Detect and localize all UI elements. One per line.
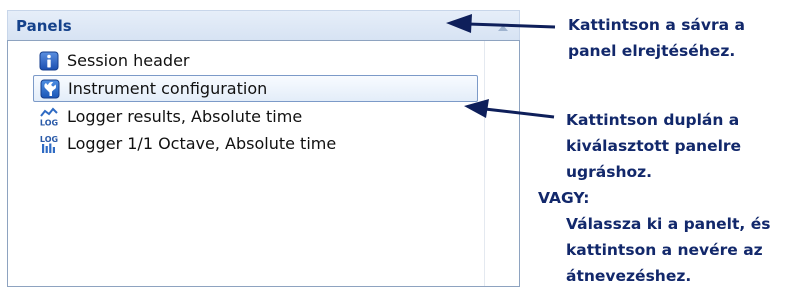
svg-text:LOG: LOG bbox=[40, 135, 58, 144]
panel-item-label: Logger 1/1 Octave, Absolute time bbox=[67, 134, 337, 153]
panel-item-label: Logger results, Absolute time bbox=[67, 107, 303, 126]
scrollbar-track bbox=[484, 41, 485, 286]
collapse-chevron-icon[interactable] bbox=[496, 19, 510, 31]
wrench-icon bbox=[40, 79, 60, 99]
collapse-hint: Kattintson a sávra a panel elrejtéséhez. bbox=[568, 16, 745, 60]
panel-item-instrument-configuration[interactable]: Instrument configuration bbox=[33, 75, 478, 102]
rename-hint: Válassza ki a panelt, és kattintson a ne… bbox=[566, 215, 771, 285]
svg-text:LOG: LOG bbox=[40, 118, 58, 127]
or-label: VAGY: bbox=[538, 189, 590, 207]
panels-header-bar[interactable]: Panels bbox=[7, 10, 520, 40]
panels-list: Session header Instrument configuration … bbox=[7, 40, 520, 287]
log-results-icon: LOG bbox=[39, 107, 59, 127]
double-click-hint: Kattintson duplán a kiválasztott panelre… bbox=[566, 111, 742, 181]
log-octave-icon: LOG bbox=[39, 134, 59, 154]
panel-item-label: Session header bbox=[67, 51, 190, 70]
panel-item-label: Instrument configuration bbox=[68, 79, 268, 98]
panel-item-logger-octave[interactable]: LOG Logger 1/1 Octave, Absolute time bbox=[33, 130, 478, 157]
panels-title: Panels bbox=[16, 17, 72, 35]
info-icon bbox=[39, 51, 59, 71]
panel-item-logger-results[interactable]: LOG Logger results, Absolute time bbox=[33, 103, 478, 130]
panel-item-session-header[interactable]: Session header bbox=[33, 47, 478, 74]
